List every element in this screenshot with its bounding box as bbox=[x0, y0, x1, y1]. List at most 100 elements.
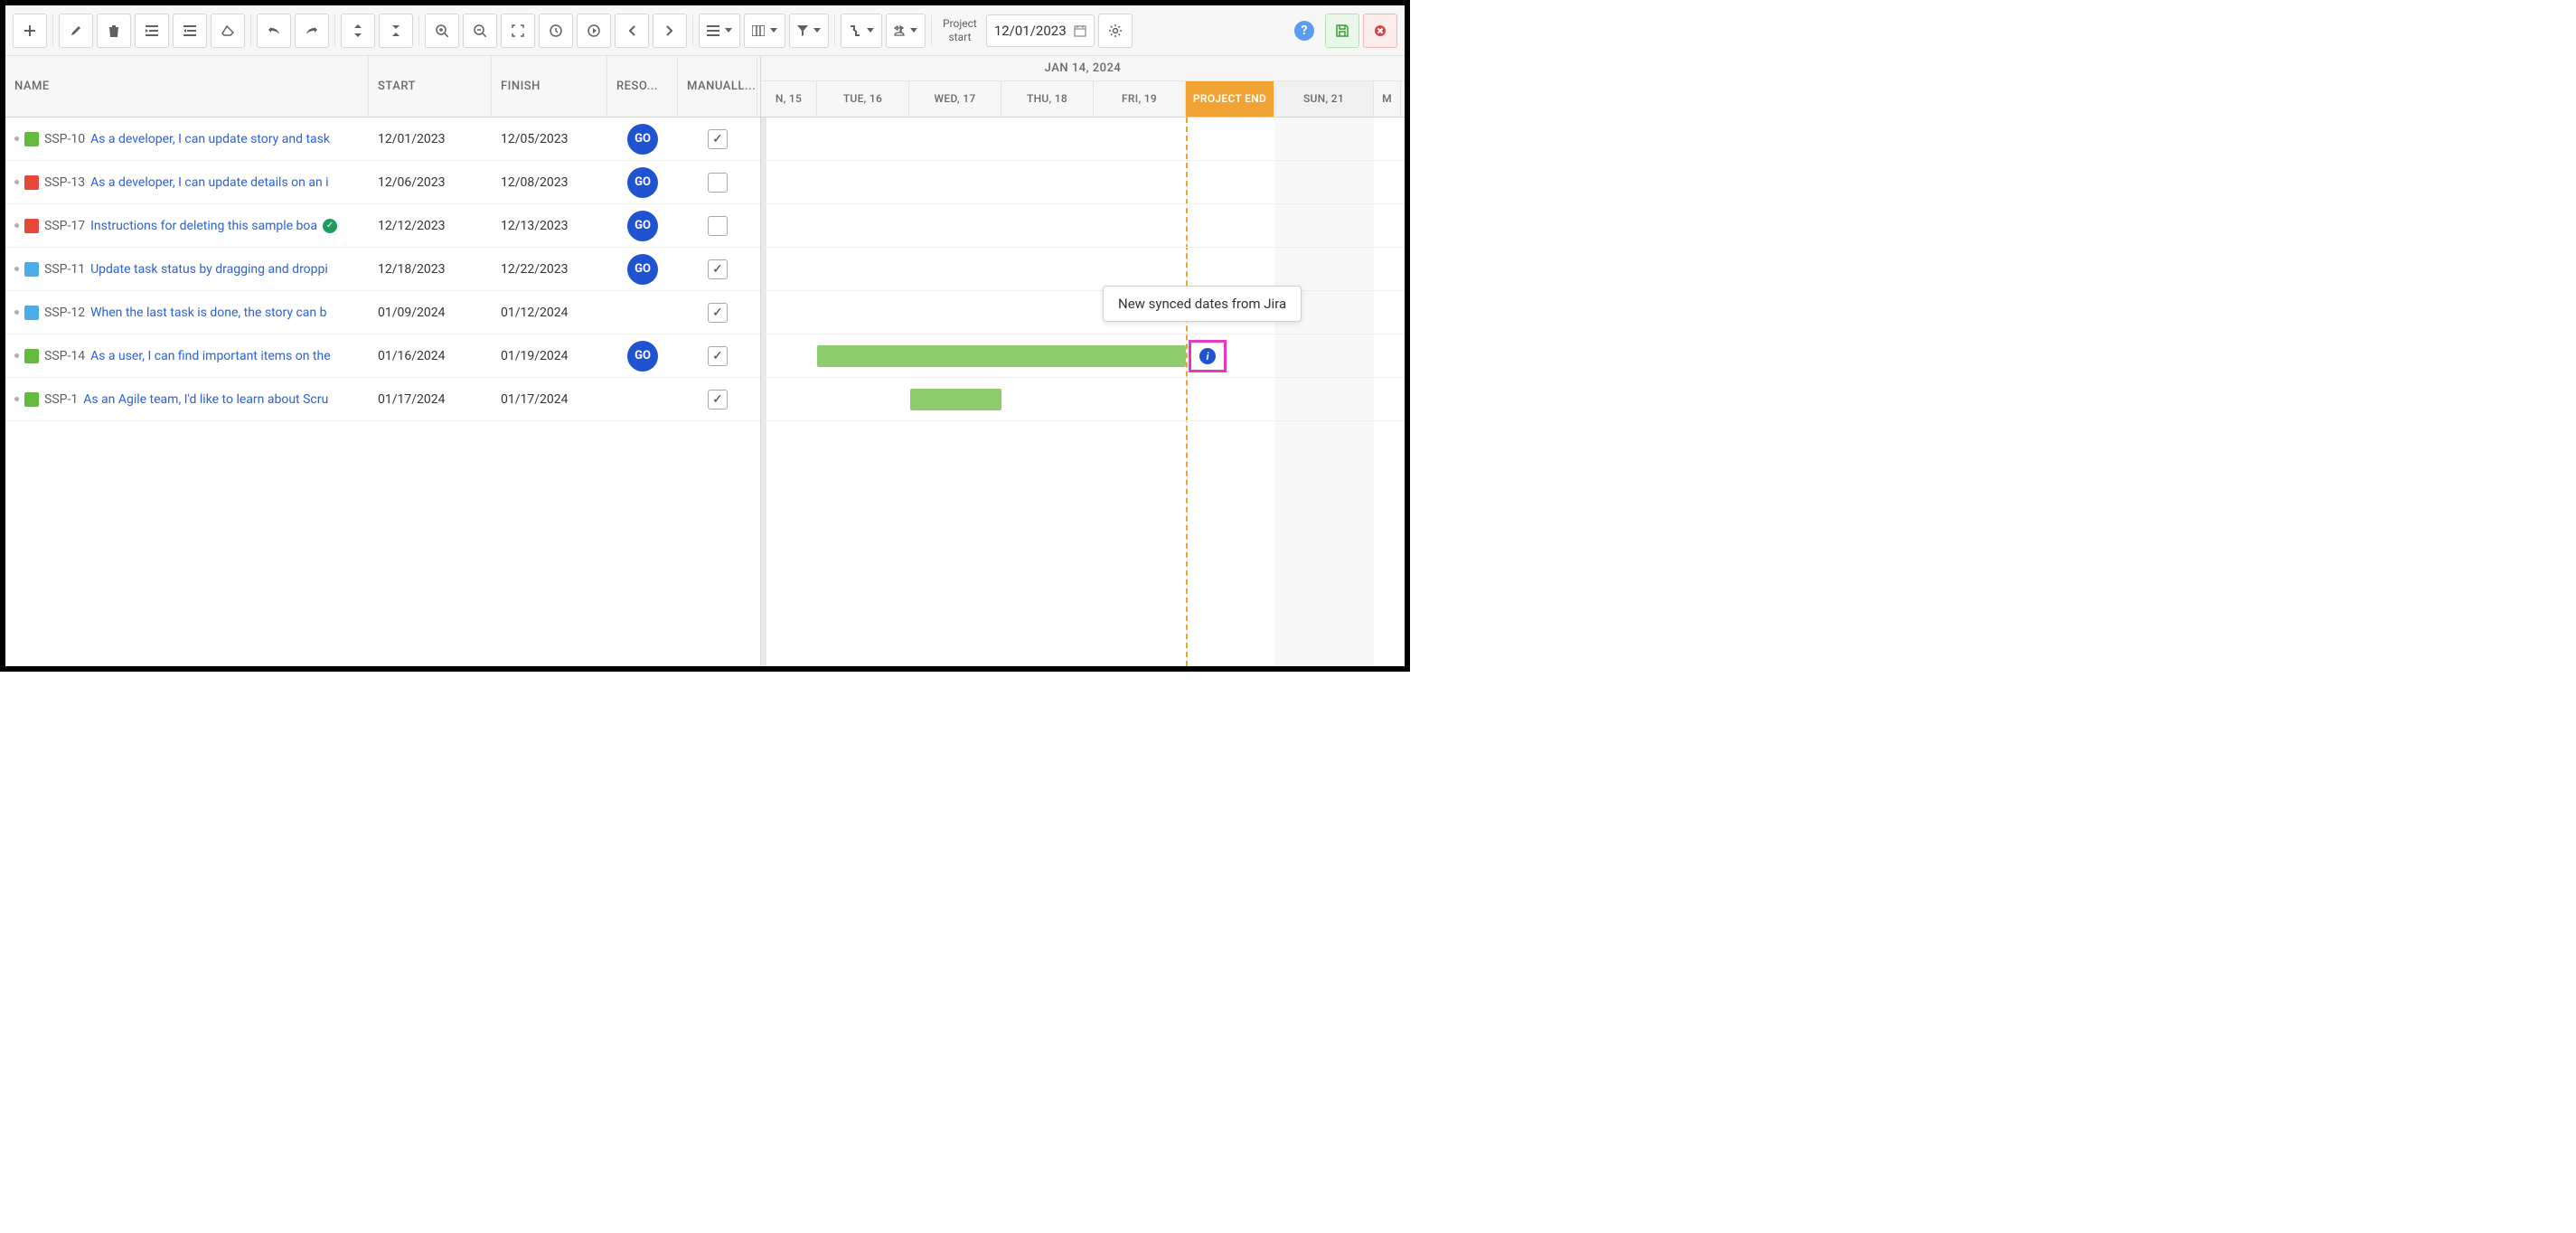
dependencies-dropdown[interactable] bbox=[841, 14, 882, 48]
finish-date[interactable]: 12/13/2023 bbox=[492, 219, 607, 233]
manual-cell[interactable] bbox=[678, 216, 757, 236]
gantt-row[interactable] bbox=[761, 248, 1405, 291]
manual-checkbox[interactable]: ✓ bbox=[708, 259, 728, 279]
help-button[interactable]: ? bbox=[1287, 14, 1321, 48]
synced-info-badge[interactable]: i bbox=[1189, 340, 1227, 372]
expand-dot[interactable] bbox=[14, 223, 19, 228]
issue-title[interactable]: As an Agile team, I'd like to learn abou… bbox=[83, 392, 328, 407]
manual-cell[interactable]: ✓ bbox=[678, 303, 757, 323]
start-date[interactable]: 12/18/2023 bbox=[369, 262, 492, 277]
header-finish[interactable]: FINISH bbox=[492, 56, 607, 117]
expand-dot[interactable] bbox=[14, 397, 19, 401]
issue-title[interactable]: As a developer, I can update story and t… bbox=[90, 132, 330, 146]
zoom-out-button[interactable] bbox=[463, 14, 497, 48]
expand-dot[interactable] bbox=[14, 267, 19, 271]
manual-checkbox[interactable]: ✓ bbox=[708, 303, 728, 323]
manual-cell[interactable]: ✓ bbox=[678, 129, 757, 149]
start-date[interactable]: 01/16/2024 bbox=[369, 349, 492, 363]
gantt-row[interactable] bbox=[761, 118, 1405, 161]
day-header[interactable]: FRI, 19 bbox=[1094, 81, 1186, 117]
day-header[interactable]: M bbox=[1374, 81, 1401, 117]
manual-checkbox[interactable]: ✓ bbox=[708, 390, 728, 409]
issue-title[interactable]: Update task status by dragging and dropp… bbox=[90, 262, 328, 277]
finish-date[interactable]: 01/12/2024 bbox=[492, 306, 607, 320]
expand-dot[interactable] bbox=[14, 136, 19, 141]
cancel-button[interactable] bbox=[1363, 14, 1397, 48]
save-button[interactable] bbox=[1325, 14, 1359, 48]
avatar[interactable]: GO bbox=[627, 124, 658, 155]
collapse-all-button[interactable] bbox=[379, 14, 413, 48]
day-header[interactable]: PROJECT END bbox=[1186, 81, 1274, 117]
delete-button[interactable] bbox=[97, 14, 131, 48]
avatar[interactable]: GO bbox=[627, 167, 658, 198]
start-date[interactable]: 12/12/2023 bbox=[369, 219, 492, 233]
expand-dot[interactable] bbox=[14, 353, 19, 358]
goto-button[interactable] bbox=[577, 14, 611, 48]
table-row[interactable]: SSP-17Instructions for deleting this sam… bbox=[5, 204, 760, 248]
resource-cell[interactable]: GO bbox=[607, 211, 678, 241]
undo-button[interactable] bbox=[257, 14, 291, 48]
header-start[interactable]: START bbox=[369, 56, 492, 117]
manual-cell[interactable]: ✓ bbox=[678, 259, 757, 279]
today-button[interactable] bbox=[539, 14, 573, 48]
issue-title[interactable]: When the last task is done, the story ca… bbox=[90, 306, 326, 320]
resource-cell[interactable]: GO bbox=[607, 124, 678, 155]
start-date[interactable]: 01/17/2024 bbox=[369, 392, 492, 407]
header-name[interactable]: NAME bbox=[5, 56, 369, 117]
manual-checkbox[interactable] bbox=[708, 216, 728, 236]
gantt-row[interactable] bbox=[761, 161, 1405, 204]
avatar[interactable]: GO bbox=[627, 254, 658, 285]
gantt-row[interactable] bbox=[761, 204, 1405, 248]
expand-all-button[interactable] bbox=[341, 14, 375, 48]
manual-cell[interactable] bbox=[678, 173, 757, 193]
day-header[interactable]: WED, 17 bbox=[909, 81, 1001, 117]
next-button[interactable] bbox=[653, 14, 687, 48]
manual-checkbox[interactable]: ✓ bbox=[708, 346, 728, 366]
expand-dot[interactable] bbox=[14, 180, 19, 184]
gantt-row[interactable] bbox=[761, 291, 1405, 334]
prev-button[interactable] bbox=[615, 14, 649, 48]
resource-cell[interactable]: GO bbox=[607, 341, 678, 372]
manual-checkbox[interactable]: ✓ bbox=[708, 129, 728, 149]
avatar[interactable]: GO bbox=[627, 211, 658, 241]
gantt-row[interactable] bbox=[761, 378, 1405, 421]
issue-title[interactable]: Instructions for deleting this sample bo… bbox=[90, 219, 317, 233]
table-row[interactable]: SSP-14As a user, I can find important it… bbox=[5, 334, 760, 378]
resources-dropdown[interactable] bbox=[886, 14, 926, 48]
manual-cell[interactable]: ✓ bbox=[678, 390, 757, 409]
resource-cell[interactable]: GO bbox=[607, 254, 678, 285]
finish-date[interactable]: 12/22/2023 bbox=[492, 262, 607, 277]
day-header[interactable]: THU, 18 bbox=[1001, 81, 1094, 117]
expand-dot[interactable] bbox=[14, 310, 19, 315]
redo-button[interactable] bbox=[295, 14, 329, 48]
day-header[interactable]: SUN, 21 bbox=[1274, 81, 1374, 117]
finish-date[interactable]: 01/17/2024 bbox=[492, 392, 607, 407]
start-date[interactable]: 12/06/2023 bbox=[369, 175, 492, 190]
task-bar[interactable] bbox=[817, 345, 1186, 367]
header-manual[interactable]: MANUALL... bbox=[678, 56, 757, 117]
table-row[interactable]: SSP-11Update task status by dragging and… bbox=[5, 248, 760, 291]
table-row[interactable]: SSP-10As a developer, I can update story… bbox=[5, 118, 760, 161]
zoom-in-button[interactable] bbox=[425, 14, 459, 48]
erase-button[interactable] bbox=[211, 14, 245, 48]
start-date[interactable]: 01/09/2024 bbox=[369, 306, 492, 320]
columns-dropdown[interactable] bbox=[744, 14, 785, 48]
resource-cell[interactable]: GO bbox=[607, 167, 678, 198]
start-date[interactable]: 12/01/2023 bbox=[369, 132, 492, 146]
table-row[interactable]: SSP-12When the last task is done, the st… bbox=[5, 291, 760, 334]
day-header[interactable]: TUE, 16 bbox=[817, 81, 909, 117]
manual-checkbox[interactable] bbox=[708, 173, 728, 193]
zoom-fit-button[interactable] bbox=[501, 14, 535, 48]
task-bar[interactable] bbox=[910, 389, 1001, 410]
filter-dropdown[interactable] bbox=[789, 14, 829, 48]
day-header[interactable]: N, 15 bbox=[761, 81, 817, 117]
finish-date[interactable]: 12/08/2023 bbox=[492, 175, 607, 190]
finish-date[interactable]: 12/05/2023 bbox=[492, 132, 607, 146]
manual-cell[interactable]: ✓ bbox=[678, 346, 757, 366]
project-start-date-input[interactable]: 12/01/2023 bbox=[986, 14, 1095, 47]
edit-button[interactable] bbox=[59, 14, 93, 48]
table-row[interactable]: SSP-1As an Agile team, I'd like to learn… bbox=[5, 378, 760, 421]
settings-button[interactable] bbox=[1098, 14, 1133, 48]
outdent-button[interactable] bbox=[173, 14, 207, 48]
table-row[interactable]: SSP-13As a developer, I can update detai… bbox=[5, 161, 760, 204]
